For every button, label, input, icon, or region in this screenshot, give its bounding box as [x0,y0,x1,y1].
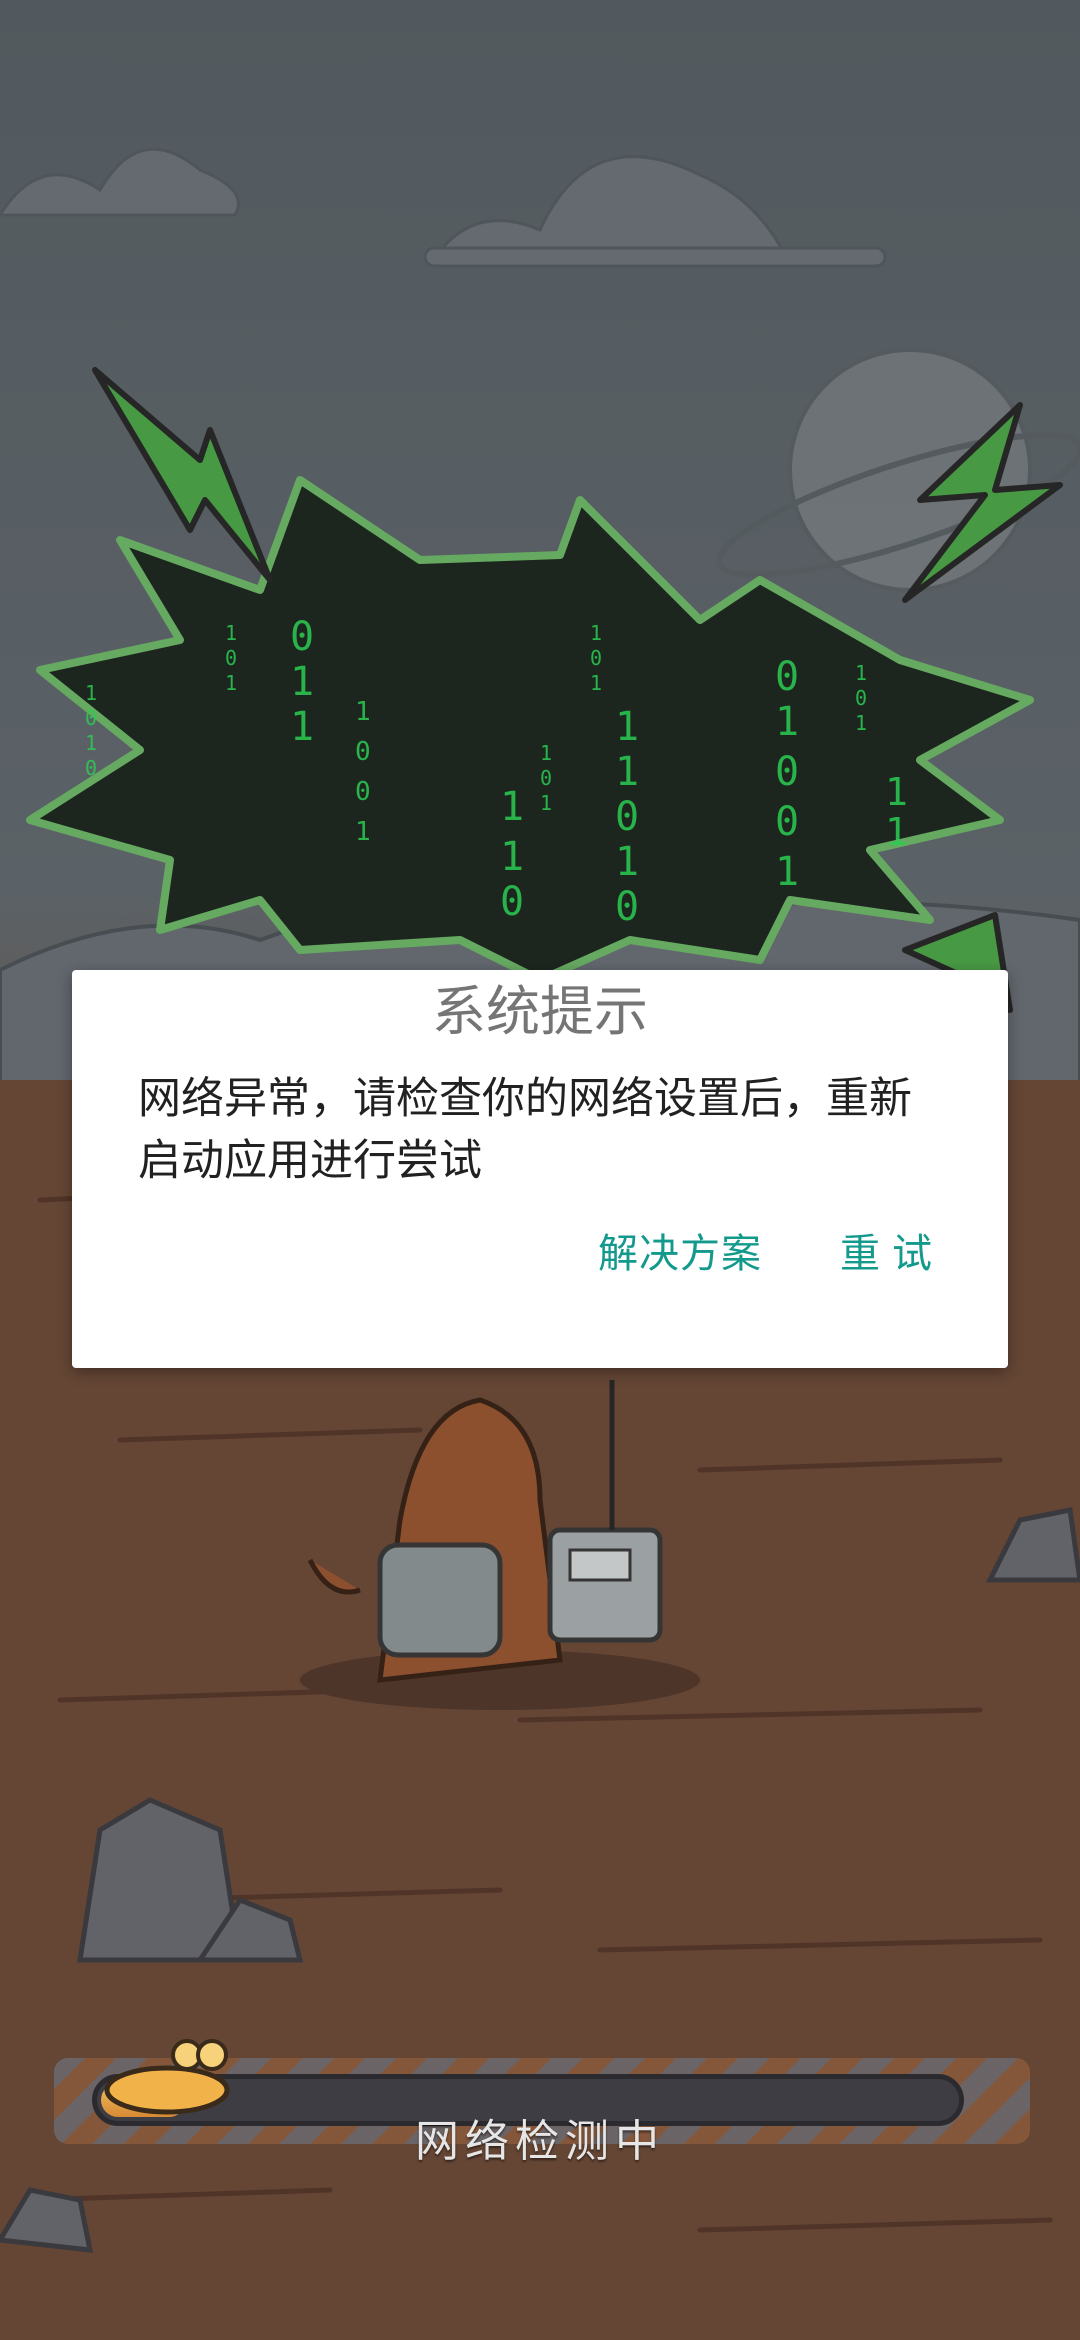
solution-button[interactable]: 解决方案 [598,1226,762,1282]
system-alert-dialog: 系统提示 网络异常，请检查你的网络设置后，重新启动应用进行尝试 解决方案 重试 [72,970,1008,1368]
retry-button[interactable]: 重试 [840,1226,944,1282]
app-screen: 011 1001 110 11010 01001 11 1010 101 101… [0,0,1080,2340]
dialog-title: 系统提示 [432,980,648,1043]
snail-icon [104,2039,230,2115]
loading-status-text: 网络检测中 [415,2116,665,2167]
dialog-message: 网络异常，请检查你的网络设置后，重新启动应用进行尝试 [138,1074,912,1186]
dialog-actions: 解决方案 重试 [598,1226,932,1282]
